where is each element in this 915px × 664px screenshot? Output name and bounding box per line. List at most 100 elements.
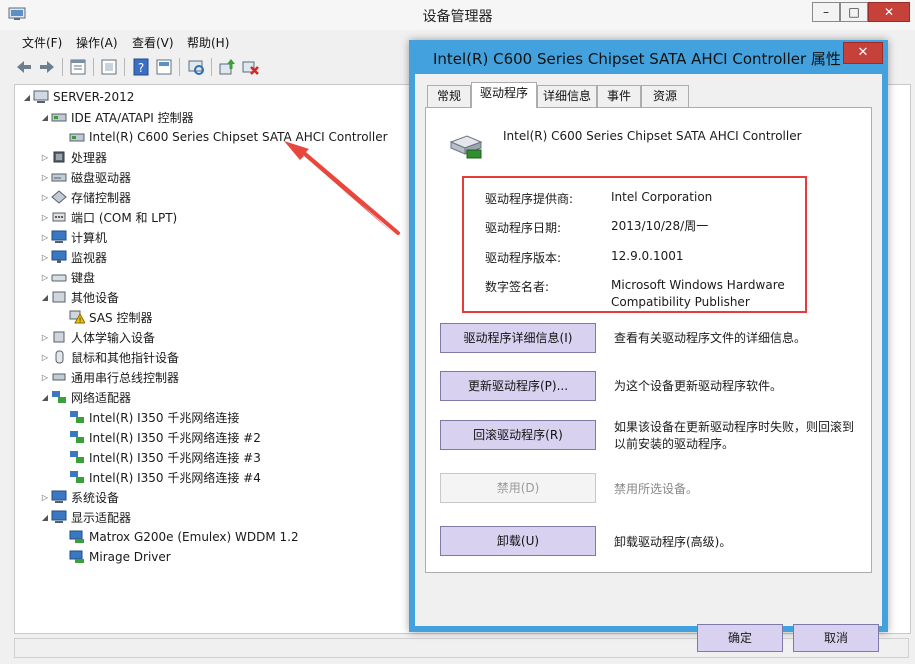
collapse-arrow-icon[interactable]: ◢ — [39, 393, 51, 402]
help-icon[interactable]: ? — [131, 57, 151, 77]
system-device-icon — [51, 490, 67, 503]
close-window-button[interactable]: ✕ — [868, 2, 910, 22]
ide-controller-icon — [51, 113, 67, 122]
tree-node-mouse[interactable]: ▷ 鼠标和其他指针设备 — [39, 347, 179, 367]
expand-arrow-icon[interactable]: ▷ — [39, 173, 51, 182]
cancel-button[interactable]: 取消 — [793, 624, 879, 652]
tree-node-network[interactable]: ◢ 网络适配器 — [39, 387, 131, 407]
tree-node-hid[interactable]: ▷ 人体学输入设备 — [39, 327, 155, 347]
update-driver-icon[interactable] — [217, 57, 237, 77]
tree-node-monitor[interactable]: ▷ 监视器 — [39, 247, 107, 267]
toolbar-separator — [62, 58, 63, 76]
svg-text:?: ? — [138, 61, 144, 75]
expand-arrow-icon[interactable]: ▷ — [39, 353, 51, 362]
expand-arrow-icon[interactable]: ▷ — [39, 193, 51, 202]
monitor-icon — [51, 250, 67, 263]
help-sheet-icon[interactable] — [99, 57, 119, 77]
console-icon[interactable] — [154, 57, 174, 77]
tab-details[interactable]: 详细信息 — [537, 85, 597, 107]
dialog-close-button[interactable]: ✕ — [843, 42, 883, 64]
display-adapter-icon — [69, 550, 84, 563]
minimize-button[interactable]: – — [812, 2, 840, 22]
tree-node-nic-4[interactable]: Intel(R) I350 千兆网络连接 #4 — [69, 467, 261, 487]
signer-label: 数字签名者: — [485, 280, 550, 294]
toolbar-separator — [179, 58, 180, 76]
tab-general[interactable]: 常规 — [427, 85, 471, 107]
toolbar-separator — [124, 58, 125, 76]
tree-node-computer[interactable]: ▷ 计算机 — [39, 227, 107, 247]
hid-icon — [53, 331, 65, 343]
collapse-arrow-icon[interactable]: ◢ — [21, 93, 33, 102]
tree-node-display[interactable]: ◢ 显示适配器 — [39, 507, 131, 527]
expand-arrow-icon[interactable]: ▷ — [39, 273, 51, 282]
uninstall-driver-desc: 卸载驱动程序(高级)。 — [614, 535, 732, 549]
tree-label: 键盘 — [71, 270, 96, 285]
tree-node-keyboard[interactable]: ▷ 键盘 — [39, 267, 95, 287]
expand-arrow-icon[interactable]: ▷ — [39, 253, 51, 262]
tree-label: SAS 控制器 — [89, 310, 153, 325]
tree-node-disk[interactable]: ▷ 磁盘驱动器 — [39, 167, 131, 187]
title-bar: 设备管理器 – □ ✕ — [0, 0, 915, 30]
toolbar-separator — [211, 58, 212, 76]
storage-controller-icon — [51, 190, 67, 204]
tree-label: 监视器 — [71, 250, 108, 265]
maximize-button[interactable]: □ — [840, 2, 868, 22]
tree-node-storage[interactable]: ▷ 存储控制器 — [39, 187, 131, 207]
tree-node-sata-controller[interactable]: Intel(R) C600 Series Chipset SATA AHCI C… — [69, 127, 388, 147]
collapse-arrow-icon[interactable]: ◢ — [39, 293, 51, 302]
driver-tab-panel: Intel(R) C600 Series Chipset SATA AHCI C… — [425, 107, 872, 573]
expand-arrow-icon[interactable]: ▷ — [39, 493, 51, 502]
tree-label: 网络适配器 — [71, 390, 132, 405]
signer-value: Microsoft Windows Hardware Compatibility… — [611, 278, 785, 309]
forward-icon[interactable] — [37, 57, 57, 77]
tree-node-nic-2[interactable]: Intel(R) I350 千兆网络连接 #2 — [69, 427, 261, 447]
menu-view[interactable]: 查看(V) — [132, 34, 174, 51]
tree-node-nic-3[interactable]: Intel(R) I350 千兆网络连接 #3 — [69, 447, 261, 467]
disable-device-button[interactable]: 禁用(D) — [440, 473, 596, 503]
tree-node-sas[interactable]: ! SAS 控制器 — [69, 307, 152, 327]
expand-arrow-icon[interactable]: ▷ — [39, 233, 51, 242]
tree-node-nic-1[interactable]: Intel(R) I350 千兆网络连接 — [69, 407, 239, 427]
uninstall-driver-button[interactable]: 卸载(U) — [440, 526, 596, 556]
port-icon — [52, 212, 66, 222]
collapse-arrow-icon[interactable]: ◢ — [39, 513, 51, 522]
expand-arrow-icon[interactable]: ▷ — [39, 213, 51, 222]
menu-action[interactable]: 操作(A) — [76, 34, 118, 51]
tree-label: 系统设备 — [71, 490, 120, 505]
properties-sheet-icon[interactable] — [68, 57, 88, 77]
menu-file[interactable]: 文件(F) — [22, 34, 62, 51]
tree-node-ports[interactable]: ▷ 端口 (COM 和 LPT) — [39, 207, 177, 227]
tree-node-ide[interactable]: ◢ IDE ATA/ATAPI 控制器 — [39, 107, 194, 127]
tab-driver[interactable]: 驱动程序 — [471, 82, 537, 108]
uninstall-icon[interactable] — [240, 57, 260, 77]
processor-icon — [53, 151, 65, 163]
driver-details-button[interactable]: 驱动程序详细信息(I) — [440, 323, 596, 353]
expand-arrow-icon[interactable]: ▷ — [39, 333, 51, 342]
tab-events[interactable]: 事件 — [597, 85, 641, 107]
tree-label: 计算机 — [71, 230, 108, 245]
scan-hardware-icon[interactable] — [186, 57, 206, 77]
tree-node-processor[interactable]: ▷ 处理器 — [39, 147, 107, 167]
keyboard-icon — [51, 274, 67, 282]
back-icon[interactable] — [14, 57, 34, 77]
tree-node-mirage[interactable]: Mirage Driver — [69, 547, 171, 567]
dialog-title-bar: Intel(R) C600 Series Chipset SATA AHCI C… — [409, 40, 888, 74]
menu-help[interactable]: 帮助(H) — [187, 34, 229, 51]
tree-node-other[interactable]: ◢ 其他设备 — [39, 287, 119, 307]
rollback-driver-button[interactable]: 回滚驱动程序(R) — [440, 420, 596, 450]
update-driver-button[interactable]: 更新驱动程序(P)... — [440, 371, 596, 401]
rollback-driver-desc: 如果该设备在更新驱动程序时失败，则回滚到以前安装的驱动程序。 — [614, 420, 855, 451]
tree-label: 人体学输入设备 — [71, 330, 156, 345]
ok-button[interactable]: 确定 — [697, 624, 783, 652]
tree-label: 处理器 — [71, 150, 108, 165]
tree-label: 端口 (COM 和 LPT) — [71, 210, 178, 225]
tree-node-usb[interactable]: ▷ 通用串行总线控制器 — [39, 367, 179, 387]
collapse-arrow-icon[interactable]: ◢ — [39, 113, 51, 122]
tree-node-gpu[interactable]: Matrox G200e (Emulex) WDDM 1.2 — [69, 527, 299, 547]
tree-node-root[interactable]: ◢ SERVER-2012 — [21, 87, 134, 107]
expand-arrow-icon[interactable]: ▷ — [39, 373, 51, 382]
ide-controller-icon — [69, 133, 85, 142]
expand-arrow-icon[interactable]: ▷ — [39, 153, 51, 162]
tree-node-system[interactable]: ▷ 系统设备 — [39, 487, 119, 507]
tab-resources[interactable]: 资源 — [641, 85, 689, 107]
